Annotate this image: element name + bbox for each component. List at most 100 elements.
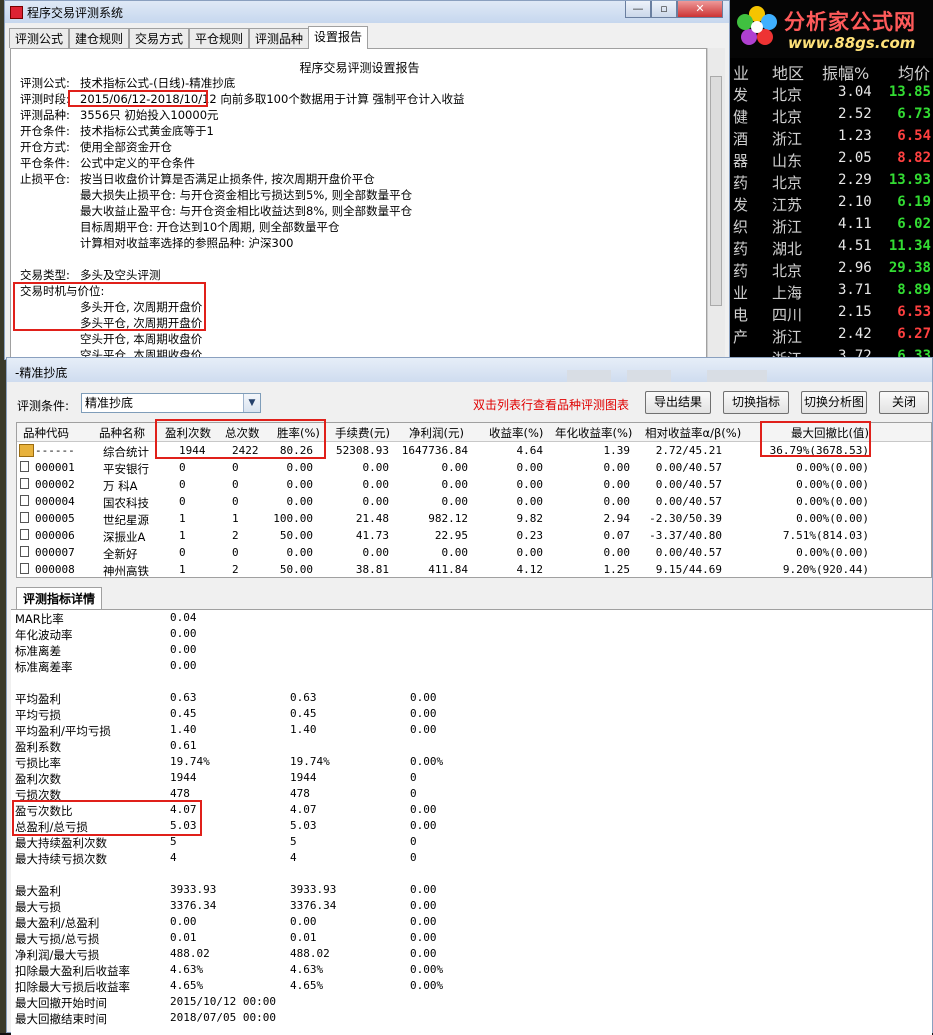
table-row[interactable]: 000008 神州高铁 1 2 50.00 38.81 411.84 4.12 1.25 9.15… [17,562,931,577]
cell-rate: 0.00 [286,461,314,474]
table-row[interactable]: ------ 综合统计 1944 2422 80.26 52308.93 1647736.8… [17,443,931,460]
stock-avg-price: 6.54 [897,128,931,144]
detail-label: 最大亏损 [15,900,61,914]
logo-site-text: www.88gs.com [788,34,916,52]
minimize-button[interactable]: — [625,1,651,18]
table-row[interactable]: 000006 深振业A 1 2 50.00 41.73 22.95 0.23 0.07 -3.37… [17,528,931,545]
scroll-thumb[interactable] [710,76,722,306]
stock-row[interactable]: 器 山东 2.05 8.82 [728,149,933,171]
cell-total: 2422 [232,444,259,457]
detail-value-short: 0 [410,851,417,864]
close-result-button[interactable]: 关闭 [879,391,929,414]
detail-value-short: 0 [410,787,417,800]
tab-trade-mode[interactable]: 交易方式 [129,28,190,48]
col-total[interactable]: 总次数 [225,425,260,441]
tab-symbols[interactable]: 评测品种 [249,28,310,48]
detail-value-all: 0.00 [170,915,197,928]
stock-region: 四川 [772,306,803,324]
detail-value-all: 3933.93 [170,883,217,896]
document-icon [20,512,29,523]
detail-label: 年化波动率 [15,628,73,642]
cell-win: 1 [179,529,186,542]
tab-formula[interactable]: 评测公式 [9,28,70,48]
stock-avg-price: 8.82 [897,150,931,166]
col-net[interactable]: 净利润(元) [409,425,464,441]
stock-row[interactable]: 织 浙江 4.11 6.02 [728,215,933,237]
detail-value-long: 5.03 [290,819,317,832]
detail-label: 盈亏次数比 [15,804,73,818]
detail-row: 标准离差 0.00 [15,643,915,659]
switch-indicator-button[interactable]: 切换指标 [723,391,789,414]
condition-label: 评测条件: [17,399,70,413]
cell-rate: 50.00 [279,529,313,542]
chevron-down-icon[interactable]: ▼ [243,394,260,412]
detail-value-all: 0.45 [170,707,197,720]
table-row[interactable]: 000002 万 科A 0 0 0.00 0.00 0.00 0.00 0.00 0.00/40.… [17,477,931,494]
detail-value-short: 0.00 [410,947,437,960]
site-logo: 分析家公式网 www.88gs.com [728,0,933,58]
detail-value-short: 0.00 [410,931,437,944]
cell-ab: 0.00/40.57 [655,495,722,508]
report-line: 空头开仓, 本周期收盘价 [20,331,202,347]
stock-row[interactable]: 酒 浙江 1.23 6.54 [728,127,933,149]
stock-amplitude: 2.52 [838,106,872,122]
detail-value-all: 4.65% [170,979,204,992]
cell-rate: 0.00 [286,495,314,508]
stock-avg-price: 6.02 [897,216,931,232]
col-fee[interactable]: 手续费(元) [335,425,390,441]
stock-row[interactable]: 产 浙江 2.42 6.27 [728,325,933,347]
cell-dd: 0.00%(0.00) [796,512,869,525]
col-name[interactable]: 品种名称 [99,425,145,441]
stock-row[interactable]: 药 北京 2.29 13.93 [728,171,933,193]
table-row[interactable]: 000004 国农科技 0 0 0.00 0.00 0.00 0.00 0.00 0.00/40.… [17,494,931,511]
col-annual[interactable]: 年化收益率(%) [555,425,632,441]
col-code[interactable]: 品种代码 [23,425,69,441]
condition-select[interactable]: 精准抄底 ▼ [81,393,261,413]
detail-row: 亏损比率 19.74% 19.74% 0.00% [15,755,915,771]
col-industry: 业 [733,64,750,83]
stock-row[interactable]: 发 北京 3.04 13.85 [728,83,933,105]
condition-value: 精准抄底 [85,396,134,410]
stock-row[interactable]: 健 北京 2.52 6.73 [728,105,933,127]
detail-label: 盈利次数 [15,772,61,786]
detail-label: 最大盈利/总盈利 [15,916,100,930]
tab-report[interactable]: 设置报告 [308,26,369,49]
col-win[interactable]: 盈利次数 [165,425,211,441]
stock-industry: 药 [733,262,749,280]
stock-row[interactable]: 电 四川 2.15 6.53 [728,303,933,325]
report-line-label: 开仓方式: [20,140,70,154]
tab-close-rules[interactable]: 平仓规则 [189,28,250,48]
cell-total: 0 [232,546,239,559]
export-button[interactable]: 导出结果 [645,391,711,414]
cell-fee: 41.73 [355,529,389,542]
close-button[interactable]: ✕ [677,1,723,18]
report-line-text: 计算相对收益率选择的参照品种: 沪深300 [80,236,294,250]
report-text-area[interactable]: 程序交易评测设置报告 评测公式: 技术指标公式-(日线)-精准抄底 评测时段: 201… [10,48,707,359]
detail-value-short: 0.00% [410,979,444,992]
cell-rate: 0.00 [286,478,314,491]
table-row[interactable]: 000005 世纪星源 1 1 100.00 21.48 982.12 9.82 2.94 -2.… [17,511,931,528]
col-alpha-beta[interactable]: 相对收益率α/β(%) [645,425,741,441]
table-row[interactable]: 000001 平安银行 0 0 0.00 0.00 0.00 0.00 0.00 0.00/40.… [17,460,931,477]
report-scrollbar[interactable] [707,48,725,359]
maximize-button[interactable]: ▫ [651,1,677,18]
tab-open-rules[interactable]: 建仓规则 [69,28,130,48]
stock-row[interactable]: 业 上海 3.71 8.89 [728,281,933,303]
switch-chart-button[interactable]: 切换分析图 [801,391,867,414]
cell-ab: 2.72/45.21 [655,444,722,457]
cell-annual: 0.07 [603,529,631,542]
col-drawdown[interactable]: 最大回撤比(值) [791,425,869,441]
cell-fee: 38.81 [355,563,389,576]
stock-region: 江苏 [772,196,803,214]
col-return[interactable]: 收益率(%) [489,425,543,441]
col-rate[interactable]: 胜率(%) [277,425,320,441]
report-line: 交易时机与价位: [20,283,104,299]
report-line-text: 最大收益止盈平仓: 与开仓资金相比收益达到8%, 则全部数量平仓 [80,204,413,218]
stock-row[interactable]: 药 湖北 4.51 11.34 [728,237,933,259]
tab-detail[interactable]: 评测指标详情 [16,587,103,610]
report-line-text: 目标周期平仓: 开仓达到10个周期, 则全部数量平仓 [80,220,340,234]
cell-dd: 7.51%(814.03) [782,529,869,542]
stock-row[interactable]: 药 北京 2.96 29.38 [728,259,933,281]
table-row[interactable]: 000007 全新好 0 0 0.00 0.00 0.00 0.00 0.00 0.00/40.5… [17,545,931,562]
stock-row[interactable]: 发 江苏 2.10 6.19 [728,193,933,215]
